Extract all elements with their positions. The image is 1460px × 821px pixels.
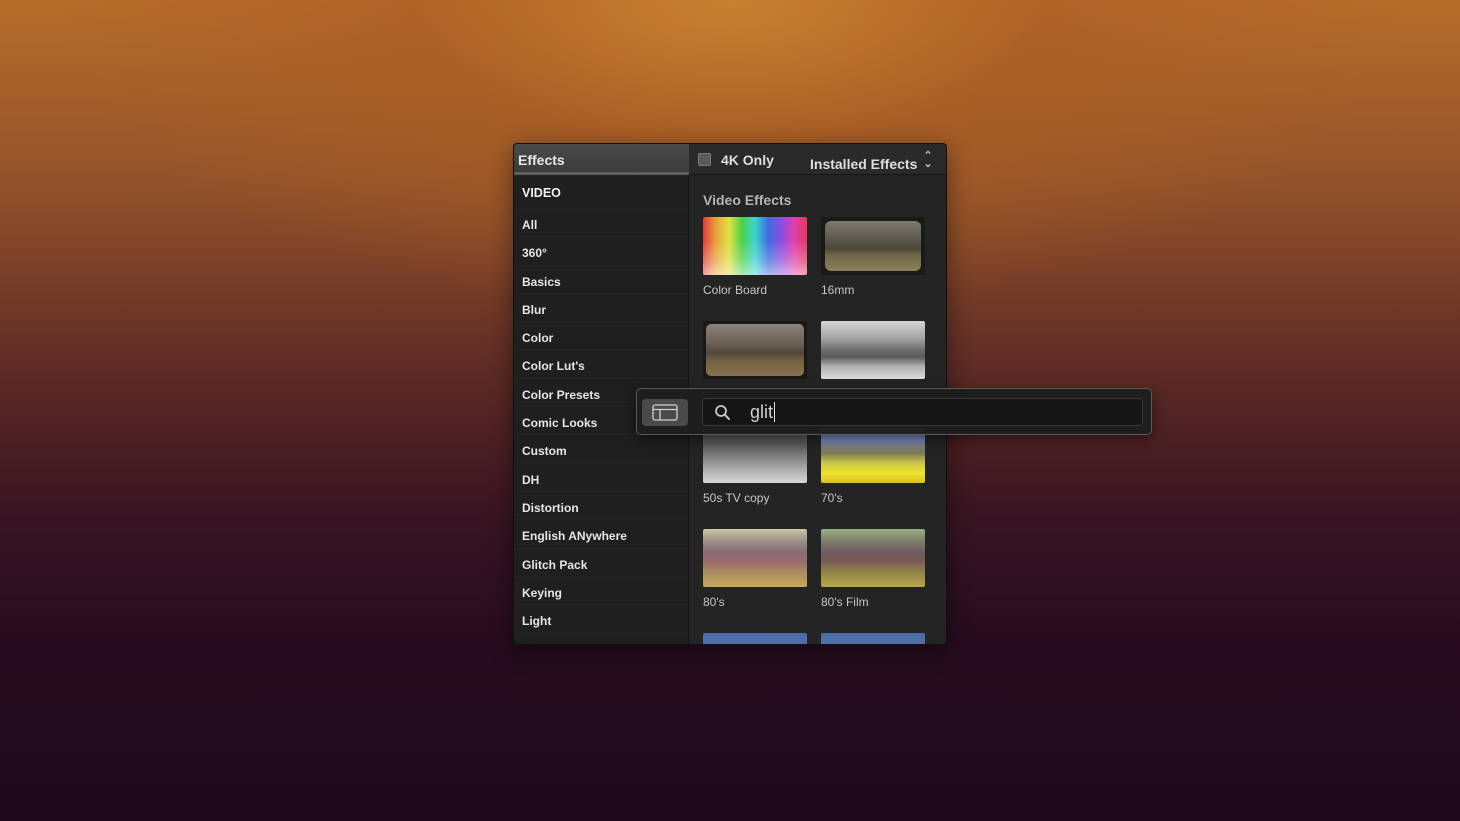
- effect-label: 50s TV copy: [703, 491, 770, 505]
- sidebar-item-glitch-pack[interactable]: Glitch Pack: [514, 549, 688, 577]
- sidebar-item-light[interactable]: Light: [514, 605, 688, 634]
- sidebar-item-custom[interactable]: Custom: [514, 435, 688, 464]
- four-k-label[interactable]: 4K Only: [721, 152, 774, 168]
- effect-thumb-80s[interactable]: [703, 529, 807, 587]
- sidebar-toggle-button[interactable]: [642, 399, 688, 426]
- effect-label: 80's: [703, 595, 725, 609]
- effect-thumb-film-dark[interactable]: [703, 321, 807, 379]
- sidebar-icon: [652, 404, 678, 421]
- installed-effects-select[interactable]: Installed Effects ⌃ ⌄: [810, 150, 933, 173]
- effect-thumb-partial[interactable]: [703, 633, 807, 644]
- sidebar-item-blur[interactable]: Blur: [514, 294, 688, 323]
- effect-thumb-partial[interactable]: [821, 633, 925, 644]
- sidebar-item-basics[interactable]: Basics: [514, 266, 688, 294]
- installed-effects-label: Installed Effects: [810, 156, 918, 172]
- effects-header-title: Effects: [518, 152, 565, 168]
- sidebar-item-english-anywhere[interactable]: English ANywhere: [514, 520, 688, 549]
- sidebar-item-color[interactable]: Color: [514, 322, 688, 351]
- effect-thumb-color-board[interactable]: [703, 217, 807, 275]
- sidebar-item-360[interactable]: 360°: [514, 237, 688, 266]
- search-input[interactable]: glit: [702, 398, 1143, 426]
- effect-label: 70's: [821, 491, 843, 505]
- four-k-checkbox[interactable]: [698, 153, 711, 166]
- sidebar-item-color-luts[interactable]: Color Lut's: [514, 350, 688, 379]
- effects-toolbar: 4K Only Installed Effects ⌃ ⌄: [689, 144, 946, 175]
- sidebar-item-all[interactable]: All: [514, 209, 688, 238]
- effect-label: Color Board: [703, 283, 768, 297]
- sidebar-item-keying[interactable]: Keying: [514, 577, 688, 606]
- sidebar-item-distortion[interactable]: Distortion: [514, 492, 688, 521]
- search-bar: glit: [636, 388, 1152, 435]
- effects-header[interactable]: Effects: [514, 144, 689, 175]
- effect-label: 80's Film: [821, 595, 869, 609]
- effect-thumb-16mm[interactable]: [821, 217, 925, 275]
- effect-thumb-80s-film[interactable]: [821, 529, 925, 587]
- effect-label: 16mm: [821, 283, 855, 297]
- updown-chevron-icon: ⌃ ⌄: [923, 150, 933, 170]
- video-effects-title: Video Effects: [703, 192, 792, 208]
- search-icon: [715, 405, 730, 420]
- effect-thumb-bw[interactable]: [821, 321, 925, 379]
- sidebar-section-video[interactable]: VIDEO: [514, 175, 688, 209]
- sidebar-item-dh[interactable]: DH: [514, 464, 688, 492]
- sidebar-item-looks[interactable]: Looks: [514, 633, 688, 644]
- search-input-value: glit: [750, 402, 776, 422]
